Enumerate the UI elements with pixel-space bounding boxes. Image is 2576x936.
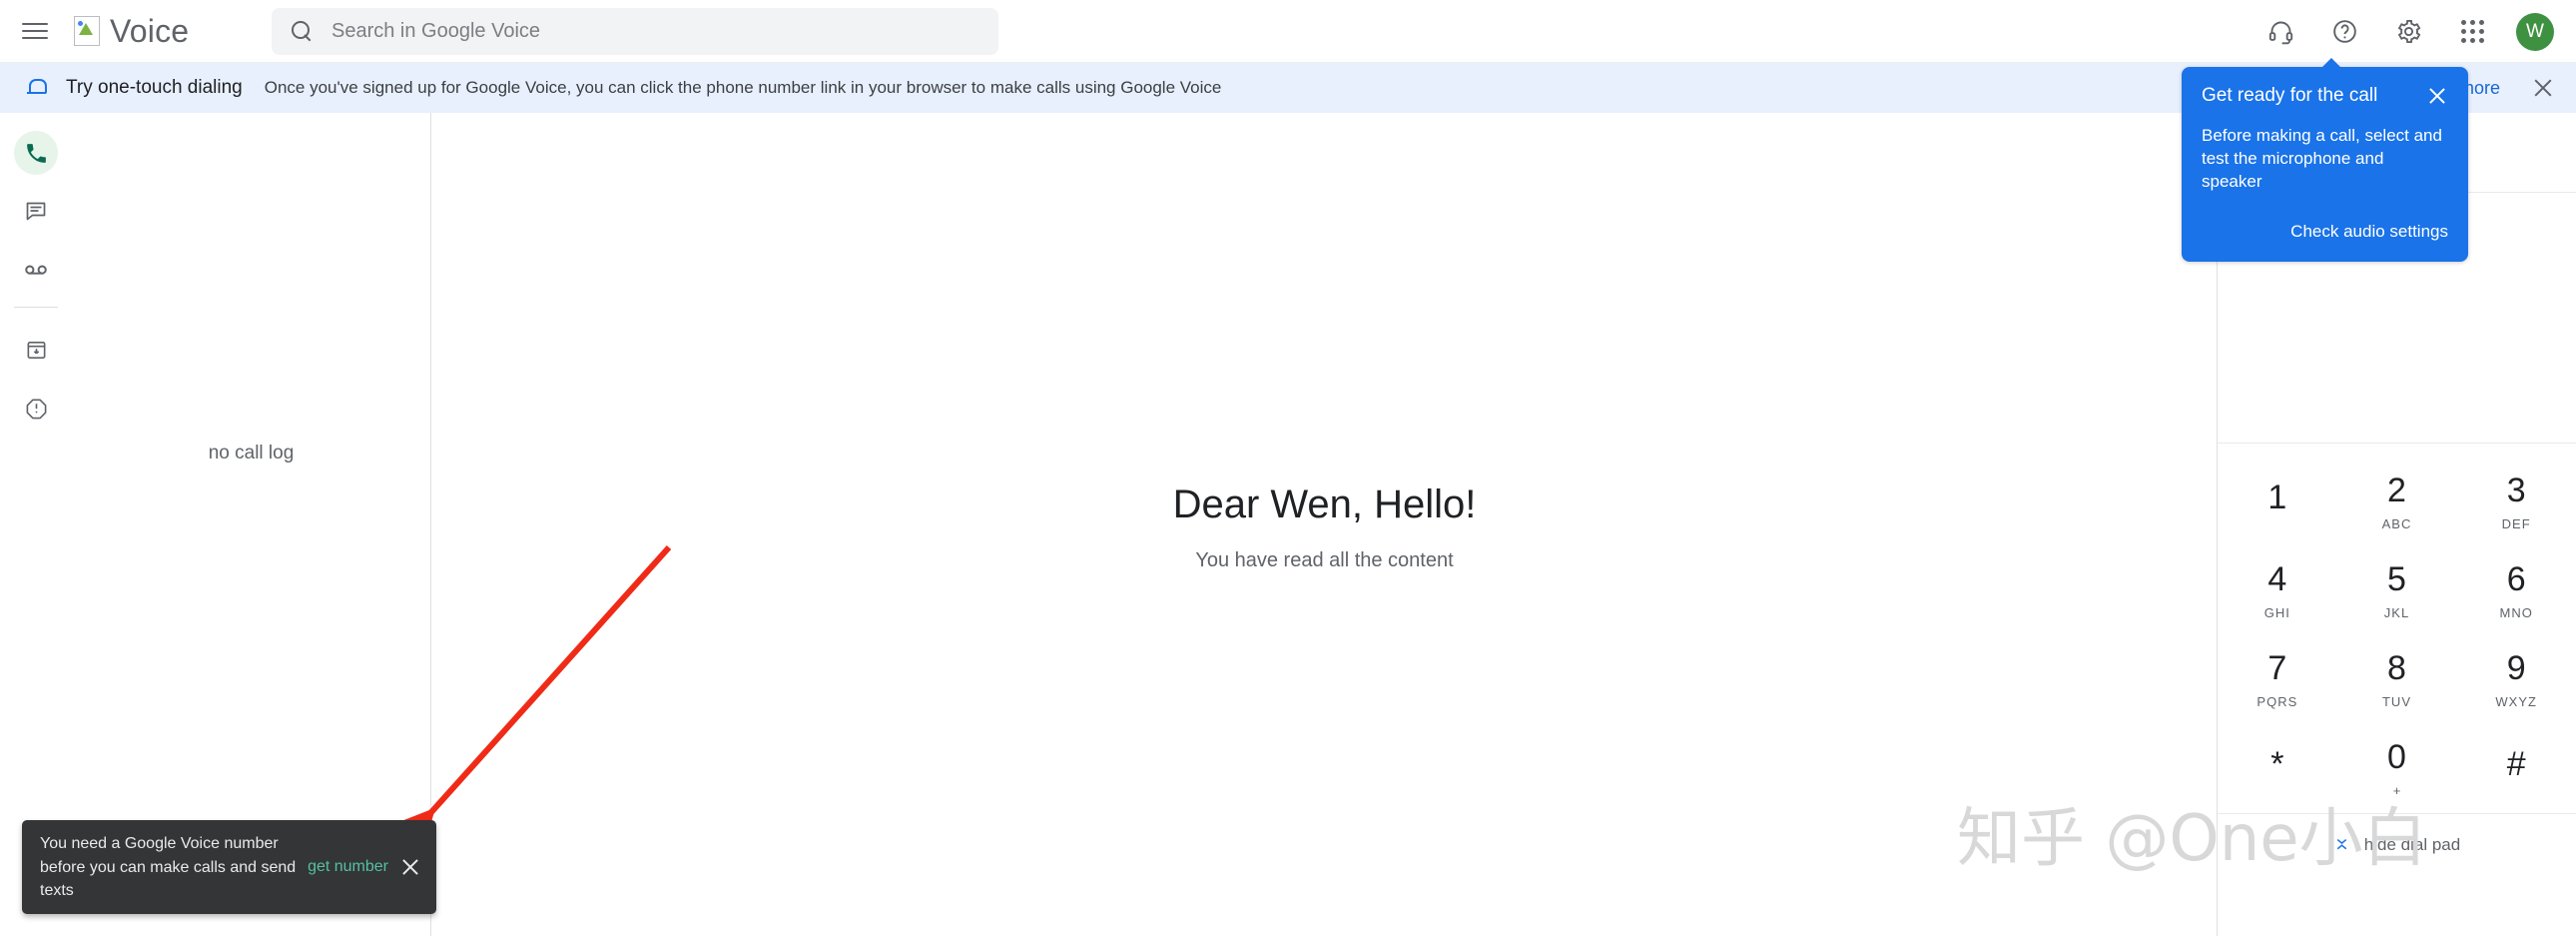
help-icon[interactable] <box>2321 9 2367 55</box>
search-placeholder: Search in Google Voice <box>331 20 541 42</box>
banner-close-icon[interactable] <box>2530 75 2556 101</box>
dialpad-key-0[interactable]: 0 + <box>2337 724 2457 813</box>
dialpad-key-5[interactable]: 5 JKL <box>2337 546 2457 635</box>
page-title: Dear Wen, Hello! <box>1172 482 1477 526</box>
dialpad-key-6[interactable]: 6 MNO <box>2456 546 2576 635</box>
left-sidebar <box>0 113 72 936</box>
dialpad-key-star[interactable]: * <box>2218 724 2337 813</box>
dialpad-letters: JKL <box>2383 604 2410 620</box>
tooltip-close-icon[interactable] <box>2426 85 2448 107</box>
dialpad-digit: # <box>2506 745 2526 783</box>
brand[interactable]: Voice <box>74 13 189 50</box>
dialpad-digit: 8 <box>2387 648 2406 687</box>
dialpad-key-2[interactable]: 2 ABC <box>2337 458 2457 546</box>
dialpad-key-1[interactable]: 1 <box>2218 458 2337 546</box>
google-voice-app: Voice Search in Google Voice W Try one-t… <box>0 0 2576 936</box>
dialpad-digit: 7 <box>2267 648 2287 687</box>
dialpad-key-hash[interactable]: # <box>2456 724 2576 813</box>
dialpad-key-3[interactable]: 3 DEF <box>2456 458 2576 546</box>
tooltip-title: Get ready for the call <box>2202 85 2378 106</box>
spam-icon <box>26 399 46 419</box>
dialpad-digit: 3 <box>2506 470 2526 509</box>
dialpad-digit: 4 <box>2267 559 2287 598</box>
sidebar-item-voicemail[interactable] <box>0 249 72 289</box>
dialpad-letters: GHI <box>2263 604 2290 620</box>
banner-title: Try one-touch dialing <box>66 77 243 98</box>
hide-dial-pad-label: hide dial pad <box>2363 834 2461 854</box>
headset-icon[interactable] <box>2257 9 2303 55</box>
sidebar-divider <box>14 307 58 308</box>
dialpad-letters: ABC <box>2381 515 2412 531</box>
call-log-panel: no call log <box>72 113 431 936</box>
gear-icon[interactable] <box>2385 9 2431 55</box>
dialpad-letters: + <box>2392 782 2401 798</box>
bell-icon <box>26 77 47 99</box>
phone-icon <box>26 143 46 163</box>
toast-message: You need a Google Voice number before yo… <box>40 835 297 899</box>
banner-text: Once you've signed up for Google Voice, … <box>264 78 1222 97</box>
brand-name: Voice <box>110 12 190 49</box>
dialpad-digit: 6 <box>2506 559 2526 598</box>
toast-close-icon[interactable] <box>398 855 422 879</box>
voice-number-toast: You need a Google Voice number before yo… <box>22 820 436 914</box>
page-subtitle: You have read all the content <box>1195 549 1454 571</box>
tooltip-body: Before making a call, select and test th… <box>2202 126 2442 191</box>
dialpad-letters: PQRS <box>2256 693 2298 709</box>
dialpad-digit: * <box>2270 745 2284 783</box>
dialpad-digit: 2 <box>2387 470 2406 509</box>
collapse-chevron-icon <box>2333 836 2350 853</box>
dialpad-digit: 1 <box>2267 478 2287 516</box>
sidebar-item-spam[interactable] <box>0 388 72 428</box>
hamburger-menu-icon[interactable] <box>22 21 48 41</box>
message-icon <box>26 202 46 221</box>
dialpad-key-8[interactable]: 8 TUV <box>2337 635 2457 724</box>
sidebar-item-calls[interactable] <box>0 131 72 175</box>
get-ready-tooltip: Get ready for the call Before making a c… <box>2182 58 2468 262</box>
sidebar-item-archived[interactable] <box>0 330 72 370</box>
dialpad-letters: MNO <box>2499 604 2533 620</box>
dialpad-digit: 9 <box>2506 648 2526 687</box>
apps-grid-icon[interactable] <box>2449 9 2495 55</box>
voicemail-icon <box>25 265 47 275</box>
check-audio-settings-link[interactable]: Check audio settings <box>2202 222 2448 242</box>
dialpad-letters: WXYZ <box>2495 693 2537 709</box>
avatar[interactable]: W <box>2516 12 2554 51</box>
dialpad-key-4[interactable]: 4 GHI <box>2218 546 2337 635</box>
header-icon-group: W <box>2249 0 2558 63</box>
search-icon <box>292 20 314 43</box>
dialpad-key-7[interactable]: 7 PQRS <box>2218 635 2337 724</box>
hide-dial-pad-button[interactable]: hide dial pad <box>2218 813 2576 875</box>
call-log-empty-text: no call log <box>208 443 295 464</box>
app-header: Voice Search in Google Voice W <box>0 0 2576 63</box>
broken-image-icon <box>74 16 100 46</box>
dialpad-letters: DEF <box>2501 515 2531 531</box>
dialpad-letters: TUV <box>2381 693 2411 709</box>
sidebar-item-messages[interactable] <box>0 191 72 231</box>
dialpad-key-9[interactable]: 9 WXYZ <box>2456 635 2576 724</box>
main-content: Dear Wen, Hello! You have read all the c… <box>432 113 2217 936</box>
dialpad-digit: 0 <box>2387 737 2406 776</box>
get-number-link[interactable]: get number <box>308 858 388 876</box>
dialpad-digit: 5 <box>2387 559 2406 598</box>
dial-pad: 1 2 ABC 3 DEF 4 GHI 5 JKL 6 MNO 7 PQRS 8… <box>2218 443 2576 813</box>
search-input[interactable]: Search in Google Voice <box>272 8 998 55</box>
archive-icon <box>27 341 45 359</box>
